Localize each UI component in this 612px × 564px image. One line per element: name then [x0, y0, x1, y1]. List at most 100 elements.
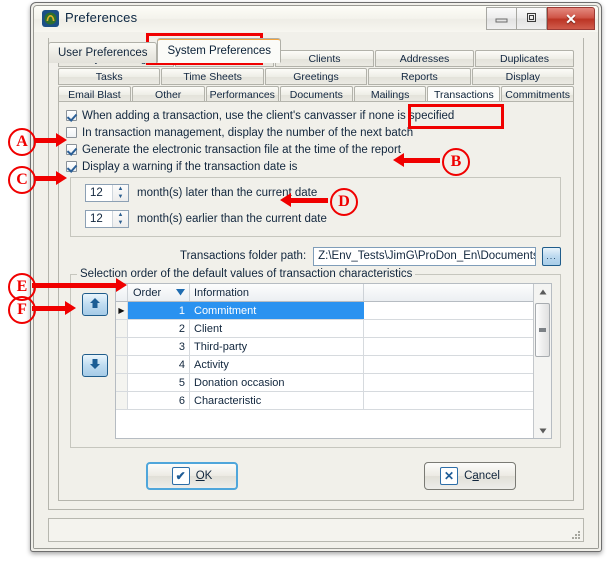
selection-order-group: Selection order of the default values of… — [70, 268, 561, 448]
scrollbar-thumb[interactable] — [535, 303, 550, 357]
tab-duplicates-label: Duplicates — [499, 52, 550, 65]
tab-display-label: Display — [505, 70, 541, 83]
annotation-letter-e: E — [16, 278, 28, 295]
move-up-button[interactable] — [82, 293, 108, 316]
spinner-months-later-arrows[interactable]: ▲ ▼ — [112, 185, 128, 201]
grid-header-information-label: Information — [194, 286, 250, 299]
cross-icon: ✕ — [440, 467, 459, 485]
tab-addresses-label: Addresses — [399, 52, 450, 65]
tab-time-sheets[interactable]: Time Sheets — [161, 68, 264, 85]
status-bar — [48, 518, 584, 542]
row-information-value: Activity — [190, 356, 364, 373]
spinner-months-later-value[interactable]: 12 — [86, 185, 112, 201]
cancel-button[interactable]: ✕ Cancel — [424, 462, 516, 490]
checkbox-generate-electronic-file-label: Generate the electronic transaction file… — [82, 143, 401, 156]
tab-commitments-label: Commitments — [505, 88, 571, 101]
minimize-icon — [495, 12, 508, 25]
title-bar[interactable]: Preferences ✕ — [34, 6, 598, 32]
row-information-value: Characteristic — [190, 392, 364, 409]
spinner-months-earlier-value[interactable]: 12 — [86, 211, 112, 227]
row-filler — [364, 302, 533, 319]
checkbox-use-client-canvasser[interactable] — [66, 110, 77, 121]
spinner-months-later-label: month(s) later than the current date — [137, 187, 318, 199]
browse-folder-button[interactable]: ... — [542, 246, 561, 266]
ok-button[interactable]: ✔ OK — [146, 462, 238, 490]
table-row[interactable]: 3 Third-party — [116, 338, 533, 356]
scrollbar-track[interactable] — [534, 299, 551, 423]
scroll-down-button[interactable] — [534, 423, 551, 438]
tab-display[interactable]: Display — [471, 68, 575, 85]
checkbox-display-next-batch[interactable] — [66, 127, 77, 138]
spinner-months-earlier[interactable]: 12 ▲ ▼ — [85, 210, 129, 228]
tab-duplicates[interactable]: Duplicates — [475, 50, 574, 67]
spinner-down-icon[interactable]: ▼ — [113, 219, 128, 227]
grid-header-filler — [364, 284, 533, 301]
checkbox-row-electronic-file[interactable]: Generate the electronic transaction file… — [66, 141, 573, 158]
row-order-value: 5 — [128, 374, 190, 391]
date-warning-group: 12 ▲ ▼ month(s) later than the current d… — [70, 177, 561, 237]
tab-reports[interactable]: Reports — [368, 68, 471, 85]
checkbox-row-canvasser[interactable]: When adding a transaction, use the clien… — [66, 107, 573, 124]
spinner-months-earlier-label: month(s) earlier than the current date — [137, 213, 327, 225]
row-filler — [364, 320, 533, 337]
close-button[interactable]: ✕ — [547, 7, 595, 30]
tab-email-blast-label: Email Blast — [68, 88, 121, 101]
resize-grip-icon[interactable] — [569, 528, 580, 539]
table-row[interactable]: 2 Client — [116, 320, 533, 338]
checkbox-display-warning-date[interactable] — [66, 161, 77, 172]
tab-performances-label: Performances — [209, 88, 275, 101]
table-row[interactable]: ▶ 1 Commitment — [116, 302, 533, 320]
row-indicator — [116, 356, 128, 373]
row-information-value: Third-party — [190, 338, 364, 355]
scrollbar-grip-icon — [539, 327, 546, 333]
table-row[interactable]: 6 Characteristic — [116, 392, 533, 410]
spinner-up-icon[interactable]: ▲ — [113, 185, 128, 193]
maximize-button[interactable] — [517, 7, 547, 30]
grid-vertical-scrollbar[interactable] — [533, 284, 551, 438]
close-icon: ✕ — [565, 10, 577, 27]
tab-other-label: Other — [155, 88, 182, 101]
move-down-button[interactable] — [82, 354, 108, 377]
tab-tasks[interactable]: Tasks — [58, 68, 161, 85]
checkbox-row-warning-date[interactable]: Display a warning if the transaction dat… — [66, 158, 573, 175]
tab-addresses[interactable]: Addresses — [375, 50, 474, 67]
row-indicator — [116, 392, 128, 409]
tab-user-preferences-label: User Preferences — [58, 47, 148, 59]
checkbox-generate-electronic-file[interactable] — [66, 144, 77, 155]
minimize-button[interactable] — [486, 7, 517, 30]
transaction-characteristics-grid: Order Information ▶ 1 Commitment 2 Clien… — [115, 283, 552, 439]
spinner-row-earlier: 12 ▲ ▼ month(s) earlier than the current… — [85, 208, 560, 230]
screenshot-root: Preferences ✕ User Preferences System Pr… — [0, 0, 612, 564]
tab-mailings-label: Mailings — [370, 88, 410, 101]
spinner-months-earlier-arrows[interactable]: ▲ ▼ — [112, 211, 128, 227]
grid-header-indicator — [116, 284, 128, 301]
scroll-up-button[interactable] — [534, 284, 551, 299]
tab-user-preferences[interactable]: User Preferences — [48, 42, 158, 63]
selection-order-legend: Selection order of the default values of… — [77, 268, 416, 280]
spinner-up-icon[interactable]: ▲ — [113, 211, 128, 219]
maximize-icon — [525, 12, 538, 25]
system-preferences-pane: Security and Language Regional Options C… — [48, 38, 584, 510]
tab-clients[interactable]: Clients — [275, 50, 374, 67]
outer-tab-strip: User Preferences System Preferences — [48, 38, 282, 63]
spinner-months-later[interactable]: 12 ▲ ▼ — [85, 184, 129, 202]
row-indicator — [116, 338, 128, 355]
table-row[interactable]: 5 Donation occasion — [116, 374, 533, 392]
tab-system-preferences[interactable]: System Preferences — [157, 38, 282, 63]
spinner-down-icon[interactable]: ▼ — [113, 193, 128, 201]
grid-header-order[interactable]: Order — [128, 284, 190, 301]
row-filler — [364, 392, 533, 409]
transactions-folder-path-input[interactable]: Z:\Env_Tests\JimG\ProDon_En\Documents\Tr… — [313, 246, 536, 266]
row-order-value: 3 — [128, 338, 190, 355]
tab-transactions-label: Transactions — [434, 88, 494, 101]
grid-header-information[interactable]: Information — [190, 284, 364, 301]
table-row[interactable]: 4 Activity — [116, 356, 533, 374]
arrow-down-icon — [88, 357, 102, 374]
annotation-letter-a: A — [16, 133, 28, 150]
annotation-letter-f: F — [17, 301, 27, 318]
window-controls: ✕ — [486, 7, 595, 30]
tab-greetings[interactable]: Greetings — [264, 68, 368, 85]
tab-clients-label: Clients — [308, 52, 341, 65]
ok-button-label: OK — [196, 470, 213, 482]
checkbox-row-next-batch[interactable]: In transaction management, display the n… — [66, 124, 573, 141]
